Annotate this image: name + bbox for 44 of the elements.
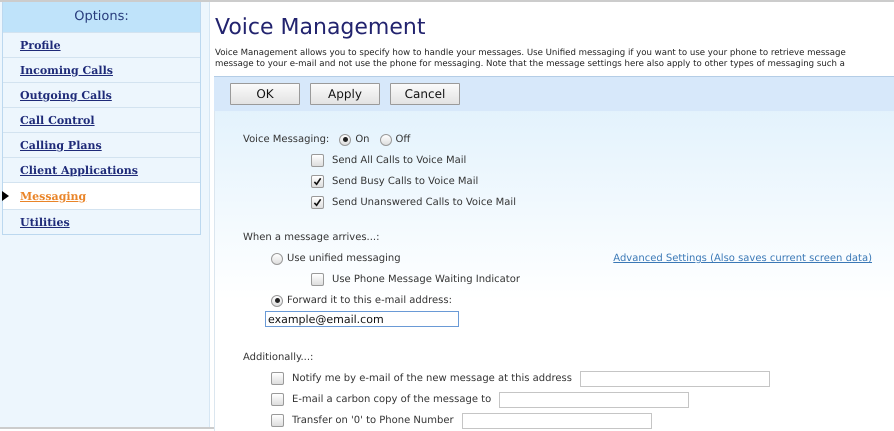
checkbox-label: Use Phone Message Waiting Indicator	[332, 274, 520, 285]
sidebar-item[interactable]: Profile	[3, 32, 200, 57]
checkbox-label: Send All Calls to Voice Mail	[332, 155, 466, 166]
checkbox-label: Transfer on '0' to Phone Number	[292, 415, 454, 426]
action-button[interactable]: OK	[230, 83, 300, 105]
description-line: Voice Management allows you to specify how to handle your messages. Use Unified messaging if you want to use your phone to retrieve message	[215, 48, 847, 59]
sidebar-item[interactable]: Utilities	[3, 209, 200, 234]
field-label: Voice Messaging:	[243, 134, 330, 145]
checkbox[interactable]	[271, 393, 284, 406]
sidebar-item[interactable]: Outgoing Calls	[3, 82, 200, 107]
checkbox-label: Notify me by e-mail of the new message at this address	[292, 373, 572, 384]
checkbox[interactable]	[311, 175, 324, 188]
radio-button[interactable]	[271, 294, 283, 306]
checkbox[interactable]	[271, 414, 284, 427]
description-line: message to your e-mail and not use the phone for messaging. Note that the message settings here also apply to other types of messaging such a	[215, 59, 846, 70]
action-button[interactable]: Cancel	[390, 83, 460, 105]
checkbox[interactable]	[311, 273, 324, 286]
checkbox[interactable]	[271, 372, 284, 385]
pointer-icon	[2, 191, 9, 201]
input-field[interactable]	[580, 370, 770, 386]
section-label: Additionally...:	[243, 352, 314, 363]
radio-label: Forward it to this e-mail address:	[287, 295, 452, 306]
input-field[interactable]	[462, 412, 652, 428]
email-field[interactable]: example@email.com	[265, 311, 459, 327]
radio-button[interactable]	[271, 252, 283, 264]
radio-label: On	[355, 134, 370, 145]
sidebar-item[interactable]: Calling Plans	[3, 132, 200, 157]
checkbox-label: Send Busy Calls to Voice Mail	[332, 176, 478, 187]
sidebar-item[interactable]: Call Control	[3, 107, 200, 132]
sidebar-title: Options:	[3, 2, 200, 32]
radio-label: Use unified messaging	[287, 253, 401, 264]
checkbox[interactable]	[311, 154, 324, 167]
radio-label: Off	[396, 134, 410, 145]
section-label: When a message arrives...:	[243, 232, 380, 243]
checkbox-label: E-mail a carbon copy of the message to	[292, 394, 492, 405]
checkbox-label: Send Unanswered Calls to Voice Mail	[332, 197, 516, 208]
sidebar-item[interactable]: Incoming Calls	[3, 57, 200, 82]
radio-button[interactable]	[380, 134, 392, 146]
checkbox[interactable]	[311, 196, 324, 209]
action-button[interactable]: Apply	[310, 83, 380, 105]
radio-button[interactable]	[339, 134, 352, 146]
page-title: Voice Management	[215, 15, 426, 40]
input-field[interactable]	[499, 392, 690, 408]
advanced-settings-link[interactable]: Advanced Settings (Also saves current screen data)	[613, 253, 872, 264]
